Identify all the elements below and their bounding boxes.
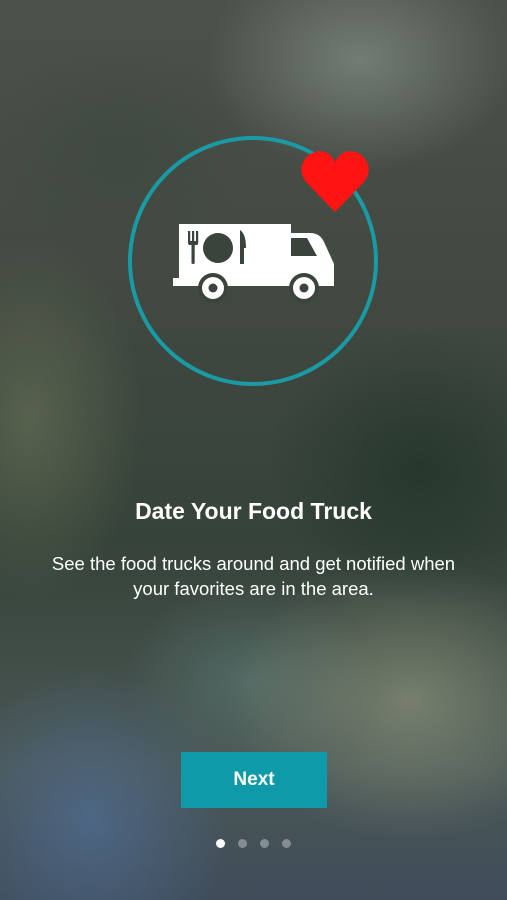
- onboarding-description: See the food trucks around and get notif…: [51, 553, 456, 599]
- onboarding-illustration: [128, 136, 378, 386]
- page-dot-1[interactable]: [216, 839, 225, 848]
- onboarding-title: Date Your Food Truck: [135, 498, 372, 524]
- heart-icon: [301, 151, 369, 212]
- food-truck-icon: [173, 224, 334, 303]
- next-button[interactable]: Next: [181, 752, 327, 808]
- page-indicator: [0, 839, 507, 848]
- page-dot-2[interactable]: [238, 839, 247, 848]
- page-dot-3[interactable]: [260, 839, 269, 848]
- plate-icon: [203, 233, 233, 263]
- page-dot-4[interactable]: [282, 839, 291, 848]
